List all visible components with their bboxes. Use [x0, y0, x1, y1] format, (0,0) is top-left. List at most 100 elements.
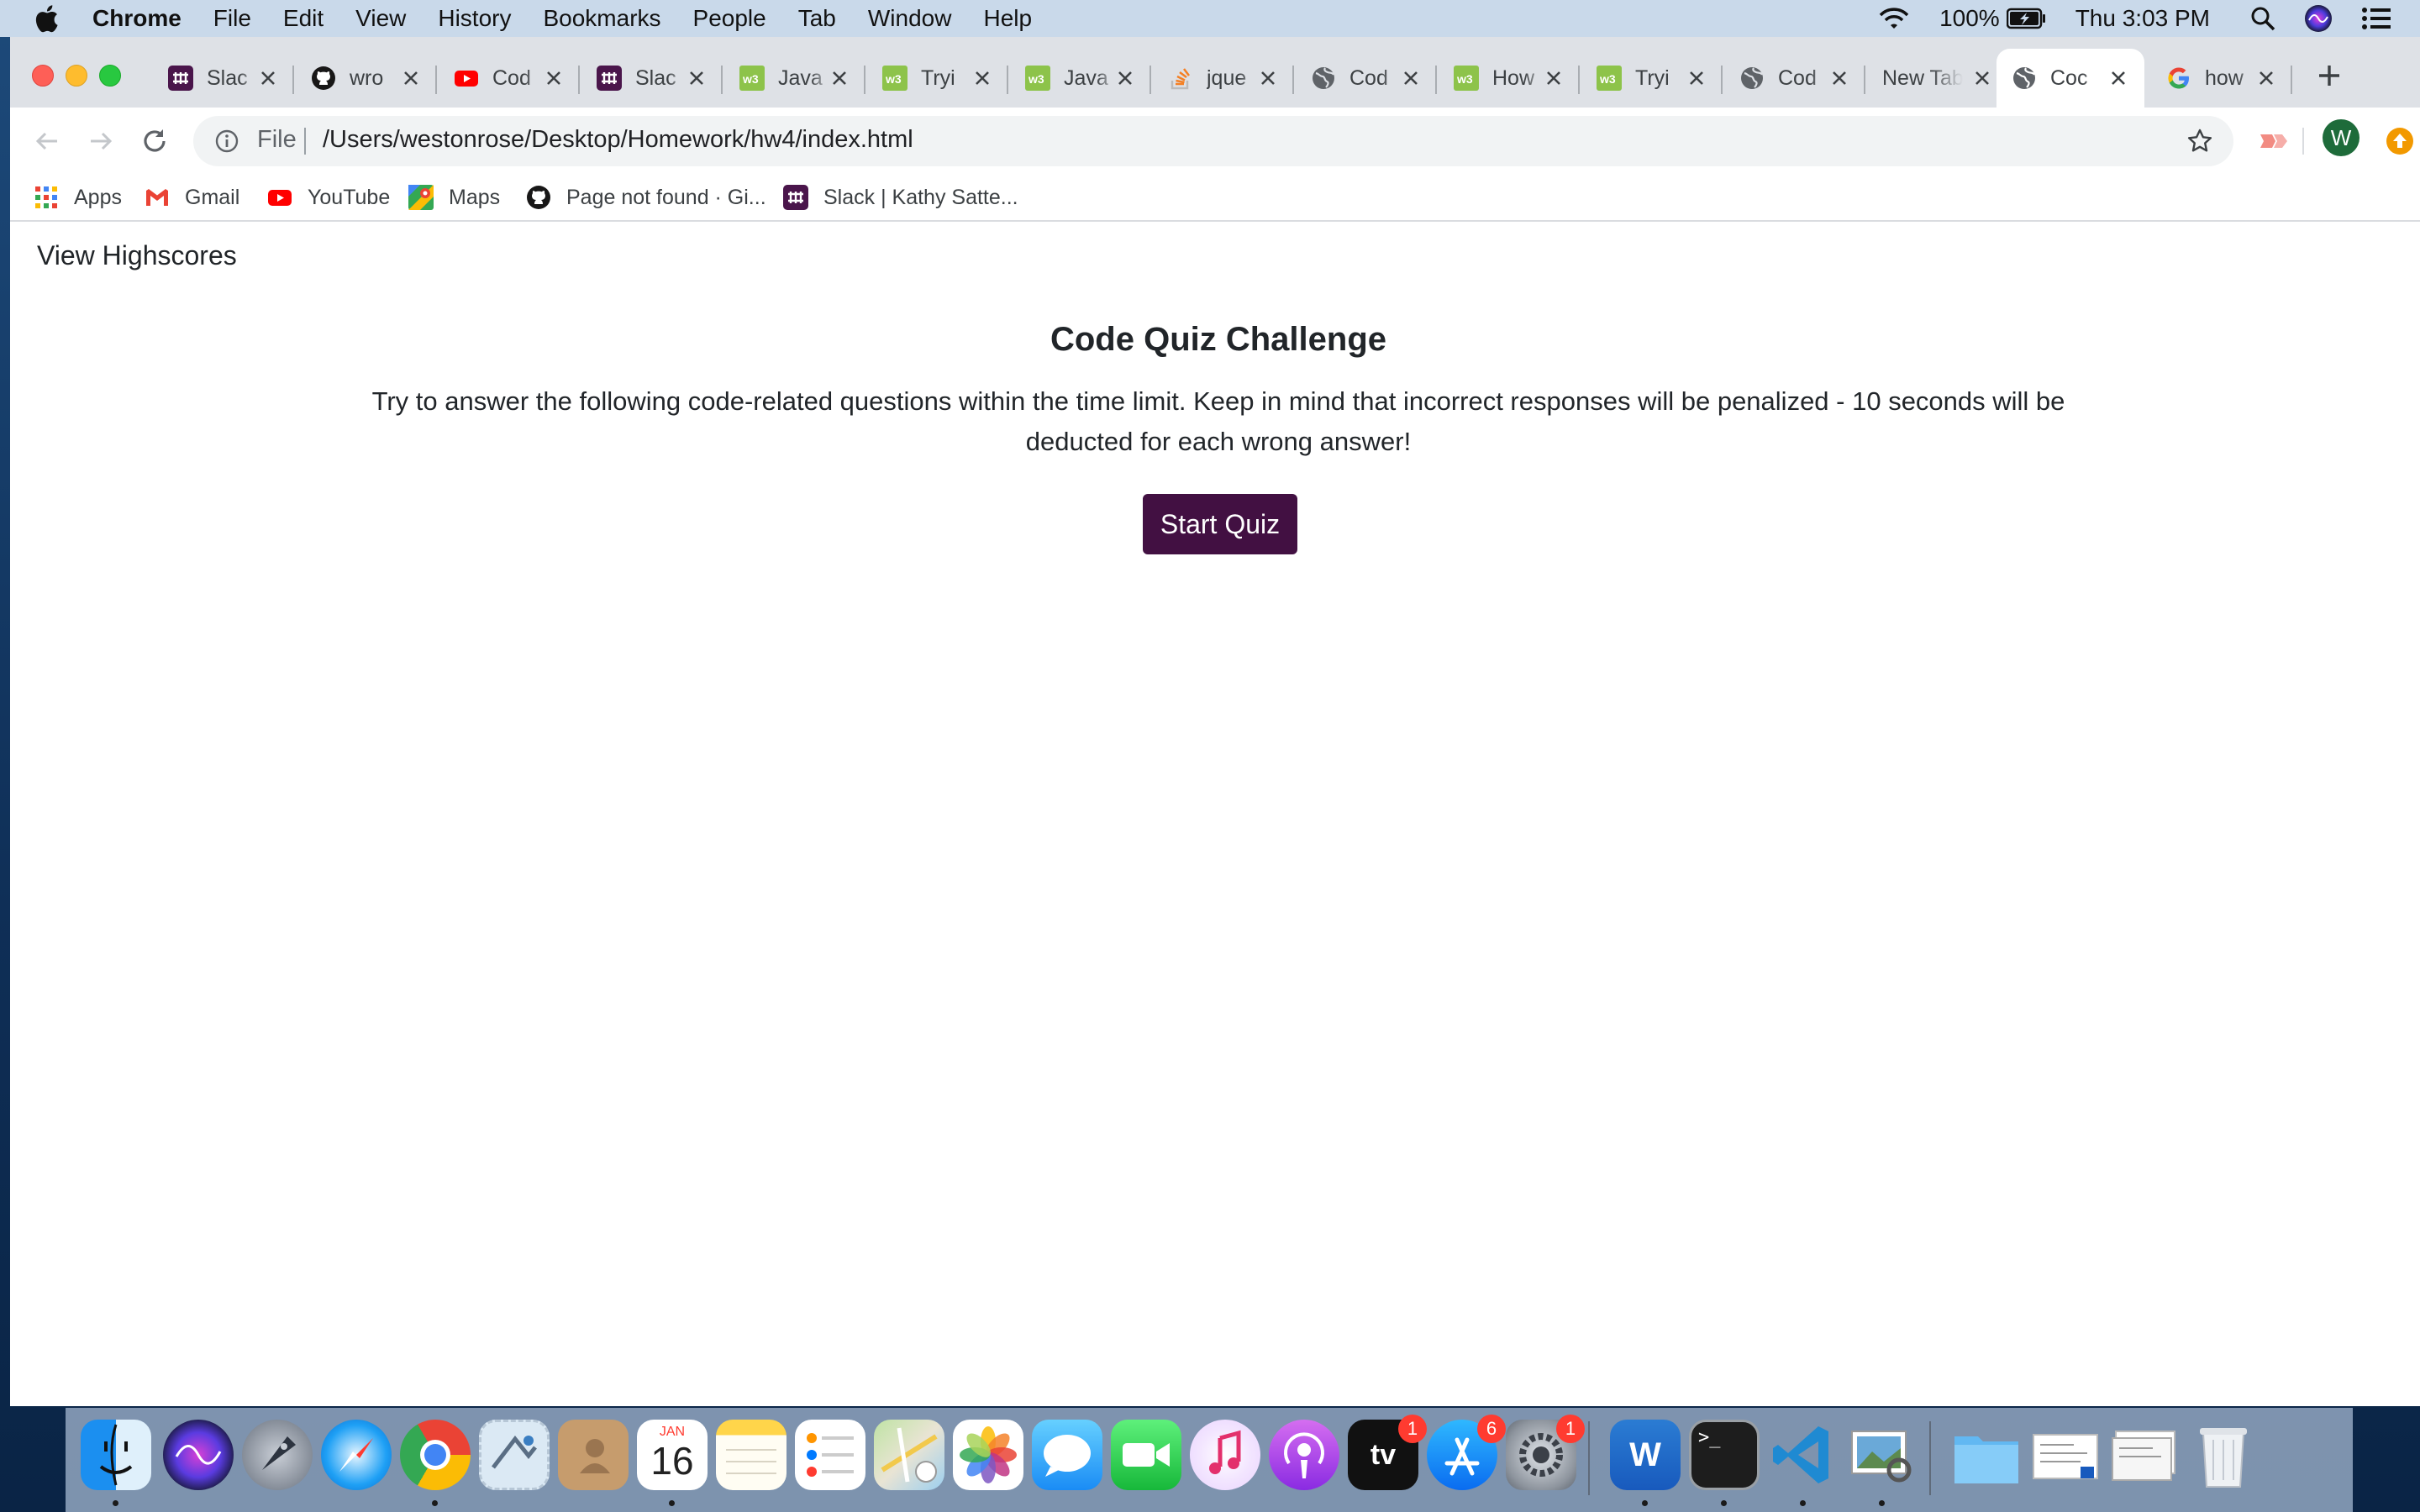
notification-center-icon[interactable]	[2361, 7, 2391, 30]
window-zoom-button[interactable]	[99, 65, 121, 87]
menu-bookmarks[interactable]: Bookmarks	[543, 5, 660, 32]
forward-arrow-icon[interactable]	[84, 124, 118, 158]
extension-cast-icon[interactable]	[2257, 126, 2291, 156]
tab-close-icon[interactable]	[1114, 67, 1136, 89]
url-text[interactable]: /Users/westonrose/Desktop/Homework/hw4/i…	[323, 126, 913, 154]
safari-compass-icon[interactable]	[321, 1420, 392, 1490]
tab-close-icon[interactable]	[971, 67, 993, 89]
tab-close-icon[interactable]	[1971, 67, 1993, 89]
tab-globe-2[interactable]: Cod	[1724, 49, 1865, 108]
battery-charging-icon[interactable]	[2006, 8, 2047, 29]
document-stack-icon[interactable]	[2030, 1420, 2101, 1490]
menu-tab[interactable]: Tab	[798, 5, 836, 32]
tab-close-icon[interactable]	[400, 67, 422, 89]
screenshots-stack-icon[interactable]	[2109, 1420, 2180, 1490]
bookmark-apps[interactable]: Apps	[34, 183, 122, 212]
system-preferences-gear-icon[interactable]: 1	[1506, 1415, 1585, 1490]
bookmark-youtube[interactable]: YouTube	[267, 183, 390, 212]
menu-edit[interactable]: Edit	[283, 5, 324, 32]
menu-help[interactable]: Help	[983, 5, 1032, 32]
app-store-icon[interactable]: 6	[1427, 1415, 1506, 1490]
menu-people[interactable]: People	[693, 5, 766, 32]
apple-tv-icon[interactable]: tv 1	[1348, 1415, 1427, 1490]
menu-view[interactable]: View	[355, 5, 406, 32]
tab-close-icon[interactable]	[257, 67, 279, 89]
tab-google-search[interactable]: how	[2151, 49, 2292, 108]
tab-title: Slac	[635, 66, 676, 90]
menu-app-name[interactable]: Chrome	[92, 5, 182, 32]
site-info-icon[interactable]	[215, 129, 239, 153]
tab-w3schools-2[interactable]: w3 Tryi	[867, 49, 1008, 108]
preview-icon[interactable]	[1847, 1420, 1918, 1490]
tab-close-icon[interactable]	[2107, 67, 2129, 89]
wifi-icon[interactable]	[1877, 6, 1911, 31]
notes-icon[interactable]	[716, 1420, 786, 1490]
page-title: Code Quiz Challenge	[1050, 321, 1387, 358]
siri-icon[interactable]	[163, 1420, 234, 1490]
mail-stamp-icon[interactable]	[479, 1420, 550, 1490]
menu-history[interactable]: History	[438, 5, 511, 32]
address-bar[interactable]: File /Users/westonrose/Desktop/Homework/…	[193, 116, 2233, 166]
finder-icon[interactable]	[81, 1420, 151, 1490]
calendar-icon[interactable]: JAN 16	[637, 1420, 708, 1490]
podcasts-icon[interactable]	[1269, 1420, 1339, 1490]
microsoft-word-icon[interactable]: W	[1610, 1420, 1681, 1490]
vscode-icon[interactable]	[1768, 1420, 1839, 1490]
tab-close-icon[interactable]	[2255, 67, 2277, 89]
tab-close-icon[interactable]	[829, 67, 850, 89]
tab-slack-1[interactable]: Slac	[153, 49, 294, 108]
running-indicator	[1879, 1500, 1885, 1506]
tab-close-icon[interactable]	[543, 67, 565, 89]
tab-close-icon[interactable]	[686, 67, 708, 89]
trash-icon[interactable]	[2188, 1420, 2259, 1490]
menu-window[interactable]: Window	[868, 5, 952, 32]
apple-maps-icon[interactable]	[874, 1420, 944, 1490]
tab-close-icon[interactable]	[1686, 67, 1707, 89]
tab-slack-2[interactable]: Slac	[581, 49, 723, 108]
bookmark-label: Page not found · Gi...	[566, 185, 766, 209]
siri-icon[interactable]	[2304, 4, 2333, 33]
tab-stackoverflow[interactable]: jque	[1153, 49, 1294, 108]
terminal-icon[interactable]: >_	[1689, 1420, 1760, 1490]
downloads-folder-icon[interactable]	[1951, 1420, 2022, 1490]
view-highscores-link[interactable]: View Highscores	[37, 240, 237, 271]
tab-close-icon[interactable]	[1543, 67, 1565, 89]
bookmark-slack[interactable]: Slack | Kathy Satte...	[783, 183, 1018, 212]
tab-w3schools-3[interactable]: w3 Java	[1010, 49, 1151, 108]
chrome-icon[interactable]	[400, 1420, 471, 1490]
bookmark-maps[interactable]: Maps	[408, 183, 500, 212]
reload-icon[interactable]	[138, 124, 171, 158]
menubar-clock[interactable]: Thu 3:03 PM	[2075, 5, 2210, 32]
facetime-camera-icon[interactable]	[1111, 1420, 1181, 1490]
tab-w3schools-1[interactable]: w3 Java	[724, 49, 865, 108]
tab-youtube[interactable]: Cod	[439, 49, 580, 108]
tab-close-icon[interactable]	[1257, 67, 1279, 89]
bookmark-github[interactable]: Page not found · Gi...	[526, 183, 766, 212]
tab-new-tab[interactable]: New Tab	[1867, 49, 2008, 108]
tab-close-icon[interactable]	[1400, 67, 1422, 89]
tab-w3schools-5[interactable]: w3 Tryi	[1581, 49, 1723, 108]
tab-active-code-quiz[interactable]: Coc	[1996, 49, 2144, 108]
tab-w3schools-4[interactable]: w3 How	[1439, 49, 1580, 108]
start-quiz-button[interactable]: Start Quiz	[1143, 494, 1297, 554]
bookmark-star-icon[interactable]	[2186, 128, 2213, 155]
tab-github[interactable]: wro	[296, 49, 437, 108]
tab-close-icon[interactable]	[1828, 67, 1850, 89]
contacts-book-icon[interactable]	[558, 1420, 629, 1490]
window-minimize-button[interactable]	[66, 65, 87, 87]
spotlight-search-icon[interactable]	[2250, 6, 2275, 31]
menu-file[interactable]: File	[213, 5, 251, 32]
launchpad-rocket-icon[interactable]	[242, 1420, 313, 1490]
tab-globe-1[interactable]: Cod	[1296, 49, 1437, 108]
back-arrow-icon[interactable]	[30, 124, 64, 158]
reminders-icon[interactable]	[795, 1420, 865, 1490]
photos-flower-icon[interactable]	[953, 1420, 1023, 1490]
apple-logo-icon[interactable]	[34, 4, 59, 33]
messages-bubble-icon[interactable]	[1032, 1420, 1102, 1490]
extension-update-icon[interactable]	[2383, 124, 2417, 158]
new-tab-plus-icon[interactable]	[2312, 59, 2346, 92]
itunes-music-icon[interactable]	[1190, 1420, 1260, 1490]
window-close-button[interactable]	[32, 65, 54, 87]
profile-avatar[interactable]: W	[2323, 119, 2360, 156]
bookmark-gmail[interactable]: Gmail	[145, 183, 239, 212]
